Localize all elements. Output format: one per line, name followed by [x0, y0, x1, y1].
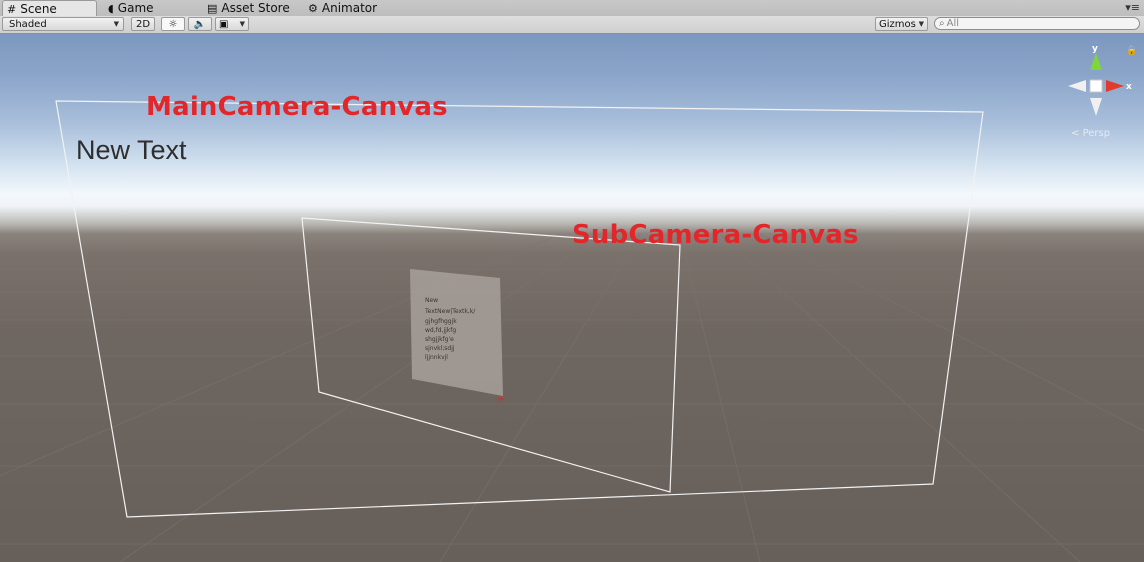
- tab-asset-store[interactable]: ▤ Asset Store: [203, 0, 303, 16]
- chevron-down-icon: ▼: [918, 20, 924, 28]
- scene-viewport[interactable]: New TextNew|Textk,k/ gjhgfhggjk wd,fd,jj…: [0, 34, 1144, 562]
- lighting-toggle-button[interactable]: ☼: [161, 17, 185, 31]
- panel-text-line: ljjnnkvjl: [425, 354, 448, 361]
- tab-scene[interactable]: # Scene: [2, 0, 97, 17]
- text-panel: [410, 269, 503, 396]
- draw-mode-dropdown[interactable]: Shaded ▼: [2, 17, 124, 31]
- main-camera-canvas-frame: [55, 100, 984, 518]
- panel-text-line: New: [425, 297, 438, 304]
- gizmo-y-arrow: [1090, 53, 1102, 70]
- tab-game-label: Game: [117, 1, 154, 15]
- search-icon: ⌕: [939, 18, 945, 29]
- draw-mode-label: Shaded: [9, 18, 47, 30]
- chevron-down-icon: ▼: [113, 20, 119, 28]
- gizmo-neg-y-arrow: [1090, 98, 1102, 116]
- tab-animator[interactable]: ⚙ Animator: [304, 0, 394, 16]
- gizmos-dropdown[interactable]: Gizmos ▼: [875, 17, 928, 31]
- scene-toolbar: Shaded ▼ 2D ☼ 🔈 ▣ ▼ Gizmos ▼ ⌕ All: [0, 16, 1144, 34]
- projection-label: Persp: [1082, 128, 1111, 139]
- ground-grid: [0, 233, 1144, 562]
- gizmos-label: Gizmos: [879, 18, 916, 30]
- sub-camera-canvas-label: SubCamera-Canvas: [572, 220, 859, 250]
- chevron-down-icon: ▼: [239, 20, 245, 28]
- new-text-label: New Text: [76, 135, 187, 165]
- tab-animator-label: Animator: [321, 1, 378, 15]
- pacman-icon: ◖: [108, 1, 114, 15]
- panel-text-line: shgjjkfg'e: [425, 336, 454, 343]
- sun-icon: ☼: [168, 18, 178, 30]
- search-placeholder: All: [946, 18, 960, 29]
- main-camera-canvas-label: MainCamera-Canvas: [146, 92, 448, 122]
- window-tab-bar: # Scene ◖ Game ▤ Asset Store ⚙ Animator …: [0, 0, 1144, 17]
- projection-toggle[interactable]: < Persp: [1071, 128, 1110, 139]
- store-icon: ▤: [207, 1, 218, 15]
- effects-toggle-button[interactable]: ▣ ▼: [215, 17, 249, 31]
- panel-text-line: sjnvkl;sdjj: [425, 345, 455, 352]
- panel-text-line: wd,fd,jjkfg: [425, 327, 456, 334]
- panel-text-line: TextNew|Textk,k/: [424, 308, 476, 315]
- gizmo-neg-x-arrow: [1068, 80, 1086, 92]
- tab-game[interactable]: ◖ Game: [104, 0, 194, 16]
- grid-icon: #: [7, 2, 17, 16]
- search-input[interactable]: ⌕ All: [934, 17, 1140, 30]
- gizmo-x-arrow: [1106, 80, 1124, 92]
- window-menu-icon[interactable]: ▾≡: [1125, 1, 1140, 14]
- speaker-icon: 🔈: [193, 18, 207, 30]
- animator-icon: ⚙: [308, 1, 318, 15]
- gizmo-center-cube: [1089, 79, 1103, 93]
- toggle-2d-button[interactable]: 2D: [131, 17, 155, 31]
- audio-toggle-button[interactable]: 🔈: [188, 17, 212, 31]
- tab-scene-label: Scene: [20, 2, 57, 16]
- orientation-gizmo[interactable]: y x: [1068, 44, 1132, 116]
- toggle-2d-label: 2D: [135, 18, 151, 30]
- image-icon: ▣: [219, 18, 229, 30]
- lock-icon[interactable]: 🔒: [1126, 46, 1137, 56]
- gizmo-y-label: y: [1092, 44, 1098, 54]
- gizmo-x-label: x: [1126, 82, 1132, 92]
- tab-asset-store-label: Asset Store: [221, 1, 290, 15]
- panel-text-line: gjhgfhggjk: [425, 318, 457, 325]
- chevron-left-icon: <: [1071, 128, 1080, 139]
